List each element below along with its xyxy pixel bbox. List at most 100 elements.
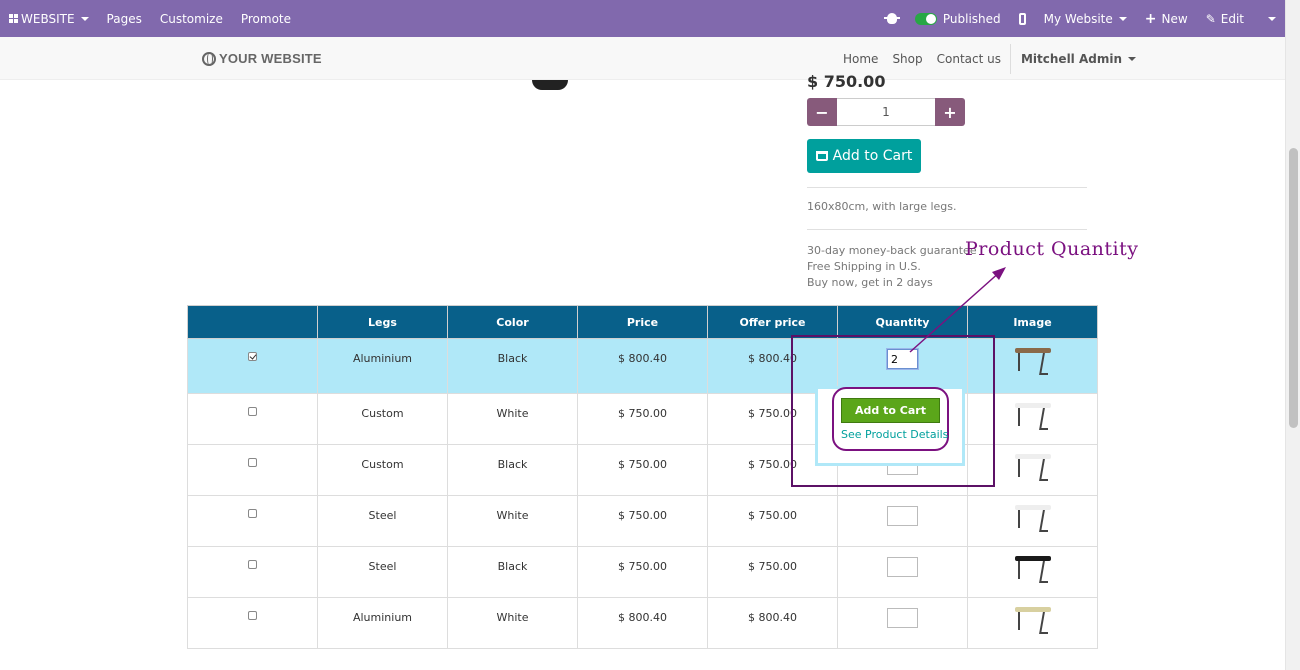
add-to-cart-label: Add to Cart <box>832 148 913 164</box>
chevron-down-icon <box>80 16 89 21</box>
bug-icon <box>883 13 900 24</box>
toggle-switch-icon <box>914 12 937 25</box>
annotation-label: Product Quantity <box>965 238 1139 260</box>
table-row: Steel White $ 750.00 $ 750.00 <box>187 495 1098 547</box>
site-navbar: YOUR WEBSITE Home Shop Contact us Mitche… <box>0 37 1285 80</box>
row-select-cell <box>187 597 318 649</box>
header-legs: Legs <box>317 305 448 339</box>
edit-dropdown-toggle[interactable] <box>1253 0 1285 37</box>
quantity-cell <box>837 495 968 547</box>
color-cell: Black <box>447 546 578 598</box>
price-cell: $ 750.00 <box>577 546 708 598</box>
desk-thumbnail <box>1012 603 1054 637</box>
price-cell: $ 750.00 <box>577 393 708 445</box>
color-cell: White <box>447 393 578 445</box>
row-checkbox[interactable] <box>248 407 257 416</box>
row-checkbox[interactable] <box>248 560 257 569</box>
popup-add-to-cart-button[interactable]: Add to Cart <box>841 398 940 423</box>
desk-thumbnail <box>1012 552 1054 586</box>
apps-grid-icon <box>9 14 18 23</box>
image-cell <box>967 546 1098 598</box>
website-menu[interactable]: WEBSITE <box>0 0 98 37</box>
new-label: New <box>1161 11 1188 26</box>
scrollbar-thumb[interactable] <box>1289 148 1298 428</box>
table-row: Aluminium White $ 800.40 $ 800.40 <box>187 597 1098 649</box>
user-name: Mitchell Admin <box>1020 51 1123 66</box>
nav-link-contact[interactable]: Contact us <box>930 52 1008 66</box>
row-select-cell <box>187 546 318 598</box>
increase-quantity-button[interactable]: + <box>935 98 965 126</box>
table-row: Steel Black $ 750.00 $ 750.00 <box>187 546 1098 598</box>
pages-menu[interactable]: Pages <box>98 0 151 37</box>
my-website-menu[interactable]: My Website <box>1035 0 1136 37</box>
quantity-stepper: − + <box>807 98 965 126</box>
edit-label: Edit <box>1220 11 1244 26</box>
table-header-row: Legs Color Price Offer price Quantity Im… <box>187 305 1098 339</box>
customize-menu[interactable]: Customize <box>151 0 232 37</box>
row-checkbox[interactable] <box>248 611 257 620</box>
info-line: 30-day money-back guarantee <box>807 244 977 257</box>
color-cell: Black <box>447 338 578 394</box>
row-select-cell <box>187 444 318 496</box>
legs-cell: Steel <box>317 546 448 598</box>
legs-cell: Aluminium <box>317 597 448 649</box>
legs-cell: Custom <box>317 393 448 445</box>
header-select <box>187 305 318 339</box>
nav-link-home[interactable]: Home <box>836 52 885 66</box>
divider <box>807 229 1087 230</box>
row-select-cell <box>187 393 318 445</box>
page-scrollbar[interactable] <box>1285 0 1300 670</box>
row-checkbox[interactable] <box>248 458 257 467</box>
mobile-preview-button[interactable] <box>1010 0 1035 37</box>
site-logo-text: YOUR WEBSITE <box>219 51 322 66</box>
product-description: 160x80cm, with large legs. <box>807 200 957 213</box>
globe-icon <box>202 51 216 66</box>
chevron-down-icon <box>1268 16 1276 21</box>
nav-divider <box>1009 43 1011 74</box>
row-quantity-input[interactable] <box>887 608 918 628</box>
offer-price-cell: $ 750.00 <box>707 546 838 598</box>
decrease-quantity-button[interactable]: − <box>807 98 837 126</box>
color-cell: White <box>447 597 578 649</box>
row-checkbox[interactable] <box>248 352 257 361</box>
publish-toggle[interactable]: Published <box>906 0 1010 37</box>
see-product-details-link[interactable]: See Product Details <box>841 428 948 441</box>
image-cell <box>967 597 1098 649</box>
desk-thumbnail <box>1012 450 1054 484</box>
info-line: Buy now, get in 2 days <box>807 276 933 289</box>
price-cell: $ 800.40 <box>577 597 708 649</box>
quantity-cell <box>837 597 968 649</box>
price-cell: $ 750.00 <box>577 444 708 496</box>
debug-button[interactable] <box>878 0 906 37</box>
site-logo[interactable]: YOUR WEBSITE <box>202 51 322 66</box>
desk-thumbnail <box>1012 399 1054 433</box>
promote-menu[interactable]: Promote <box>232 0 300 37</box>
quantity-input[interactable] <box>837 98 935 126</box>
row-select-cell <box>187 338 318 394</box>
nav-link-shop[interactable]: Shop <box>885 52 929 66</box>
color-cell: Black <box>447 444 578 496</box>
header-quantity: Quantity <box>837 305 968 339</box>
published-label: Published <box>942 11 1001 26</box>
row-quantity-input[interactable] <box>887 557 918 577</box>
price-cell: $ 750.00 <box>577 495 708 547</box>
edit-button[interactable]: ✎ Edit <box>1197 0 1253 37</box>
plus-icon: + <box>1144 10 1157 27</box>
desk-thumbnail <box>1012 344 1054 378</box>
header-image: Image <box>967 305 1098 339</box>
website-menu-label: WEBSITE <box>21 11 75 26</box>
legs-cell: Custom <box>317 444 448 496</box>
row-select-cell <box>187 495 318 547</box>
user-menu[interactable]: Mitchell Admin <box>1013 52 1144 66</box>
offer-price-cell: $ 800.40 <box>707 597 838 649</box>
my-website-label: My Website <box>1043 11 1113 26</box>
row-quantity-input[interactable] <box>887 506 918 526</box>
chevron-down-icon <box>1128 56 1137 61</box>
header-price: Price <box>577 305 708 339</box>
image-cell <box>967 495 1098 547</box>
add-to-cart-button[interactable]: Add to Cart <box>807 139 921 173</box>
chevron-down-icon <box>1118 16 1127 21</box>
quantity-cell <box>837 546 968 598</box>
row-checkbox[interactable] <box>248 509 257 518</box>
new-button[interactable]: + New <box>1136 0 1197 37</box>
